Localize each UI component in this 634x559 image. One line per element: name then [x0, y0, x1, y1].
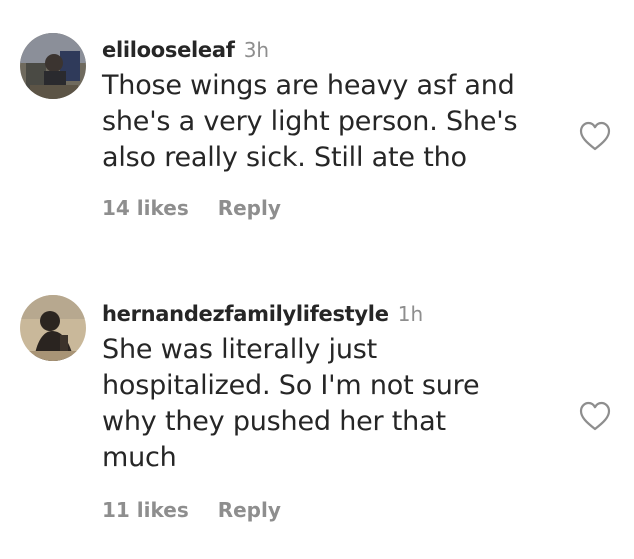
timestamp: 3h — [243, 38, 270, 62]
comment-item: elilooseleaf 3h Those wings are heavy as… — [0, 0, 634, 260]
comment-meta: 14 likes Reply — [102, 196, 562, 220]
timestamp: 1h — [397, 302, 424, 326]
comment-text-line: hospitalized. So I'm not sure — [102, 370, 480, 401]
comment-text-line: much — [102, 442, 177, 473]
comment-text-line: she's a very light person. She's — [102, 106, 518, 137]
username[interactable]: hernandezfamilylifestyle — [102, 302, 389, 326]
comment-item: hernandezfamilylifestyle 1h She was lite… — [0, 260, 634, 559]
avatar[interactable] — [20, 33, 86, 99]
comment-text-line: Those wings are heavy asf and — [102, 70, 515, 101]
likes-count[interactable]: 11 likes — [102, 498, 189, 522]
comment-header: elilooseleaf 3h — [102, 36, 562, 64]
comment-content: elilooseleaf 3h Those wings are heavy as… — [102, 36, 562, 220]
like-button[interactable] — [578, 120, 612, 152]
comment-text-line: why they pushed her that — [102, 406, 446, 437]
reply-button[interactable]: Reply — [218, 498, 281, 522]
comment-text-line: She was literally just — [102, 334, 377, 365]
comment-text: Those wings are heavy asf and she's a ve… — [102, 68, 562, 176]
comment-text-line: also really sick. Still ate tho — [102, 142, 467, 173]
comment-text: She was literally just hospitalized. So … — [102, 332, 562, 476]
comment-header: hernandezfamilylifestyle 1h — [102, 300, 562, 328]
avatar[interactable] — [20, 295, 86, 361]
comment-meta: 11 likes Reply — [102, 498, 562, 522]
likes-count[interactable]: 14 likes — [102, 196, 189, 220]
reply-button[interactable]: Reply — [218, 196, 281, 220]
comment-content: hernandezfamilylifestyle 1h She was lite… — [102, 300, 562, 522]
heart-outline-icon — [579, 401, 611, 431]
heart-outline-icon — [579, 121, 611, 151]
username[interactable]: elilooseleaf — [102, 38, 235, 62]
like-button[interactable] — [578, 400, 612, 432]
